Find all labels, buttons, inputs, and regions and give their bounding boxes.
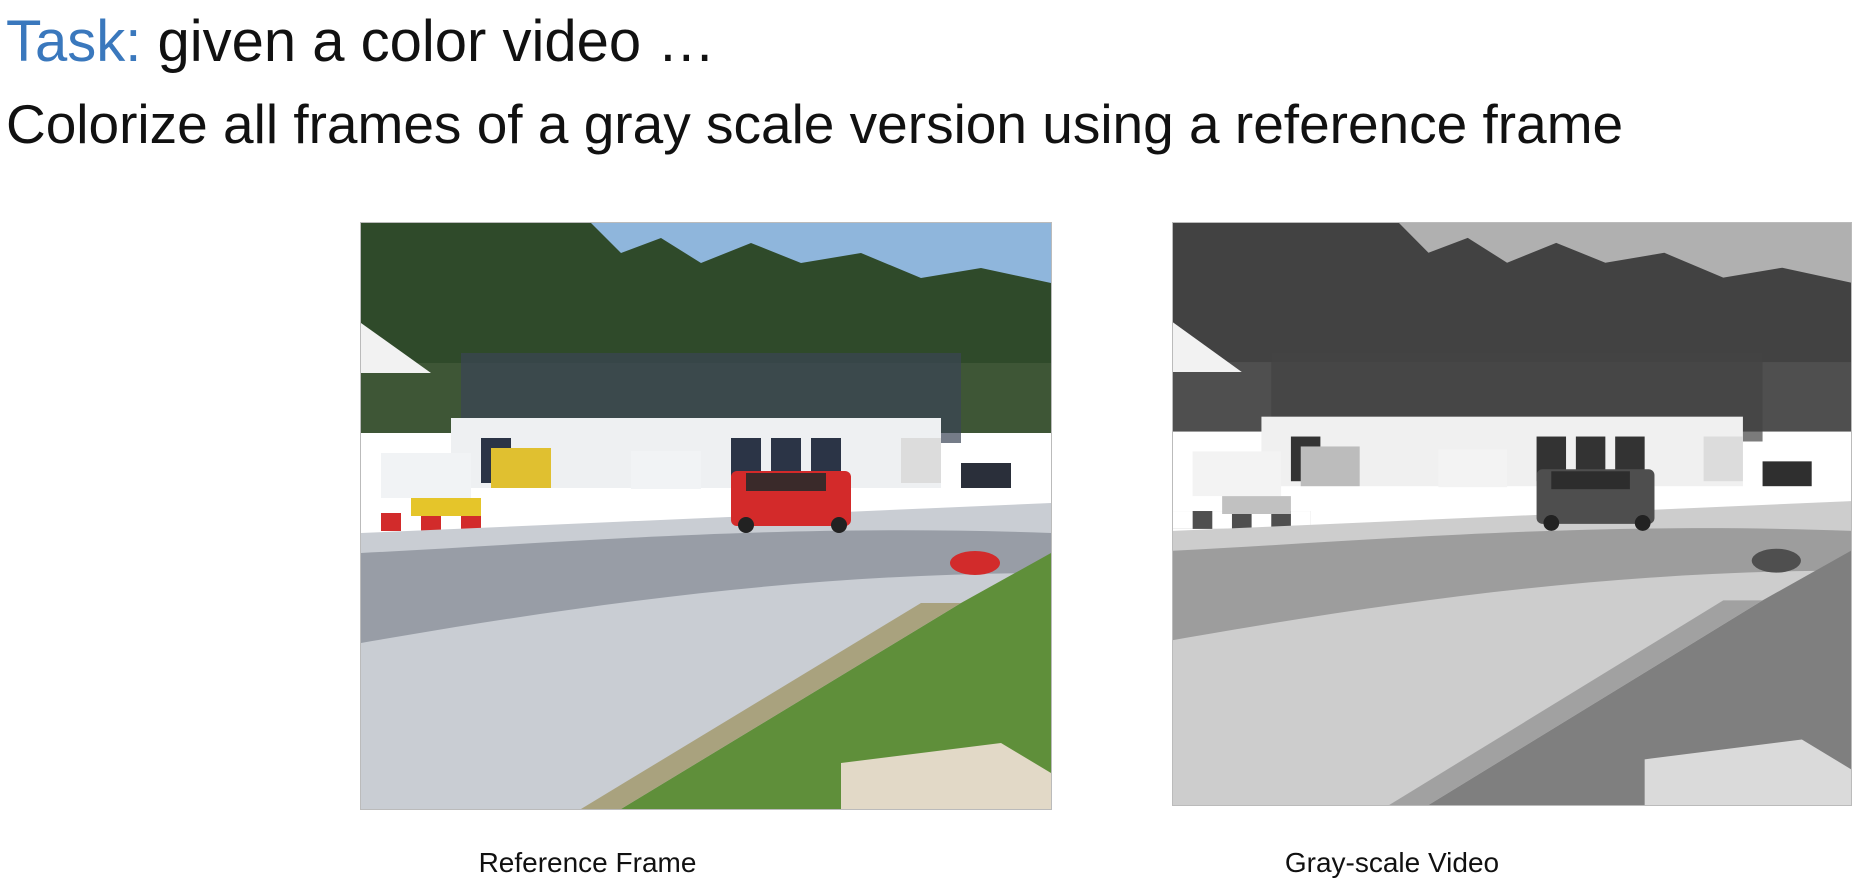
slide-title: Task: given a color video … <box>6 10 715 74</box>
task-label: Task: <box>6 9 142 74</box>
reference-frame-caption: Reference Frame <box>478 847 697 878</box>
race-track-scene <box>361 223 1051 809</box>
race-track-scene-gray <box>1173 223 1851 805</box>
grayscale-video-image <box>1172 222 1852 806</box>
task-text: given a color video … <box>141 9 716 74</box>
grayscale-video-caption: Gray-scale Video <box>1284 847 1500 878</box>
slide-subtitle: Colorize all frames of a gray scale vers… <box>6 93 1624 155</box>
reference-frame-image <box>360 222 1052 810</box>
